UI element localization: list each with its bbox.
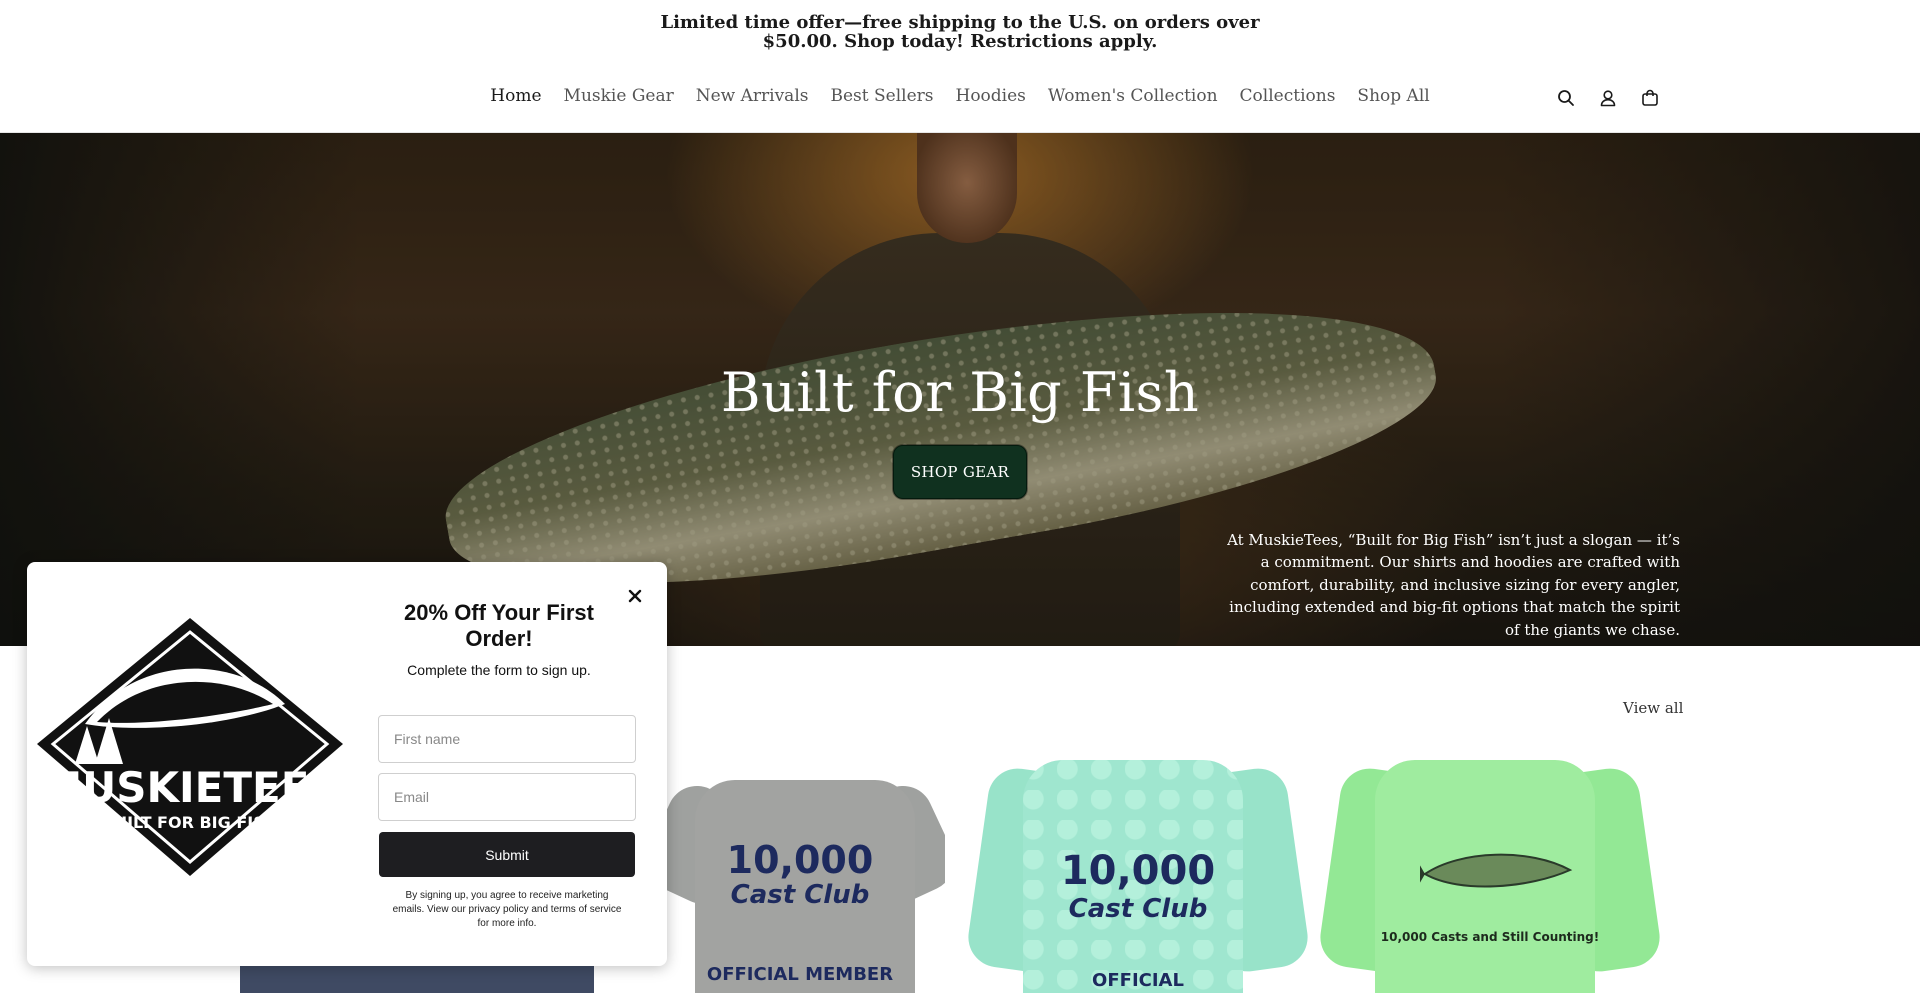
popup-subtitle: Complete the form to sign up. — [407, 662, 591, 678]
product-card-image[interactable]: 10,000 Cast Club OFFICIAL — [968, 760, 1308, 993]
nav-item-home[interactable]: Home — [479, 86, 552, 106]
logo-tagline-text: BUILT FOR BIG FISH — [102, 813, 278, 832]
nav-item-shop-all[interactable]: Shop All — [1346, 86, 1440, 106]
product-print-number: 10,000 — [726, 838, 874, 882]
product-print-caption: 10,000 Casts and Still Counting! — [1380, 930, 1600, 944]
hero-title: Built for Big Fish — [720, 361, 1200, 424]
popup-legal-text: By signing up, you agree to receive mark… — [392, 890, 622, 929]
nav-item-womens-collection[interactable]: Women's Collection — [1037, 86, 1229, 106]
product-print-subtitle: OFFICIAL — [1092, 970, 1184, 991]
nav-item-best-sellers[interactable]: Best Sellers — [819, 86, 944, 106]
signup-popup: MUSKIETEES BUILT FOR BIG FISH 20% Off Yo… — [27, 562, 667, 966]
header-icons — [1556, 88, 1660, 108]
muskietees-logo: MUSKIETEES BUILT FOR BIG FISH — [37, 618, 343, 876]
product-print-title: Cast Club — [1068, 894, 1208, 924]
cart-icon[interactable] — [1640, 88, 1660, 108]
logo-brand-text: MUSKIETEES — [40, 763, 339, 812]
fish-graphic-icon — [1420, 853, 1573, 888]
product-card-image[interactable]: 10,000 Cast Club OFFICIAL MEMBER — [655, 780, 945, 993]
first-name-field[interactable] — [378, 715, 636, 763]
view-all-link[interactable]: View all — [1623, 699, 1683, 717]
nav-item-hoodies[interactable]: Hoodies — [945, 86, 1037, 106]
announcement-text: Limited time offer—free shipping to the … — [660, 12, 1260, 52]
popup-title: 20% Off Your First Order! — [404, 600, 594, 651]
announcement-bar: Limited time offer—free shipping to the … — [0, 0, 1920, 64]
nav-item-new-arrivals[interactable]: New Arrivals — [685, 86, 820, 106]
email-field[interactable] — [378, 773, 636, 821]
site-header: Home Muskie Gear New Arrivals Best Selle… — [0, 64, 1920, 133]
product-print-subtitle: OFFICIAL MEMBER — [706, 964, 894, 985]
account-icon[interactable] — [1598, 88, 1618, 108]
hero-description: At MuskieTees, “Built for Big Fish” isn’… — [1227, 531, 1680, 639]
product-card-image[interactable]: 10,000 Casts and Still Counting! — [1320, 760, 1660, 993]
submit-button[interactable]: Submit — [379, 832, 635, 877]
nav-item-muskie-gear[interactable]: Muskie Gear — [553, 86, 685, 106]
close-icon[interactable] — [625, 586, 645, 606]
product-print-number: 10,000 — [1060, 848, 1216, 894]
product-print-title: Cast Club — [730, 880, 870, 910]
product-card-image[interactable] — [240, 966, 594, 993]
search-icon[interactable] — [1556, 88, 1576, 108]
nav-item-collections[interactable]: Collections — [1229, 86, 1347, 106]
shop-gear-button[interactable]: SHOP GEAR — [893, 445, 1027, 499]
